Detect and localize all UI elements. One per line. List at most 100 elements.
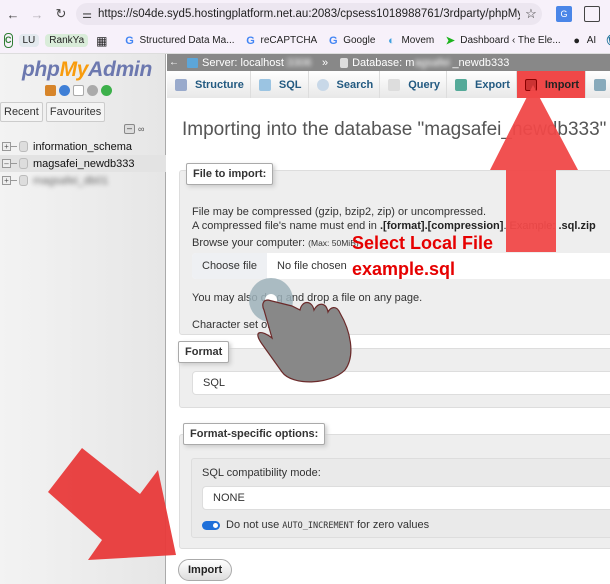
sql-compat-label: SQL compatibility mode: xyxy=(202,467,321,479)
format-select[interactable]: SQL xyxy=(192,371,610,395)
breadcrumb: ← Server: localhost :3306 » Database: ma… xyxy=(167,54,610,71)
reload-navigation-icon[interactable] xyxy=(101,85,112,96)
collapse-sidebar-icon[interactable]: ← xyxy=(167,57,181,68)
annotation-text: Select Local File example.sql xyxy=(352,230,493,282)
settings-gear-icon[interactable] xyxy=(87,85,98,96)
import-submit-button[interactable]: Import xyxy=(178,559,233,581)
elementor-icon: ➤ xyxy=(445,34,455,47)
forward-icon[interactable]: → xyxy=(26,7,48,22)
annotation-line-2: example.sql xyxy=(352,259,456,279)
browse-label: Browse your computer: (Max: 50MiB) xyxy=(192,237,359,249)
database-icon xyxy=(19,175,28,186)
tab-export[interactable]: Export xyxy=(447,71,517,98)
database-icon xyxy=(340,57,349,68)
auto-increment-toggle[interactable] xyxy=(202,521,220,530)
sql-options-panel: SQL compatibility mode: NONE Do not use … xyxy=(191,458,610,538)
collapse-icon[interactable]: – xyxy=(2,159,11,168)
sql-icon xyxy=(258,78,271,91)
text: for zero values xyxy=(353,519,430,531)
db-item-blurred[interactable]: + magsafei_db01 xyxy=(0,172,166,189)
bookmark-lu[interactable]: LU xyxy=(18,34,40,47)
back-icon[interactable]: ← xyxy=(2,7,24,22)
bookmark-rankya[interactable]: RankYa xyxy=(45,34,89,47)
translate-extension-icon[interactable]: G xyxy=(556,6,572,22)
text: . Example: xyxy=(503,220,559,232)
text: Browse your computer: xyxy=(192,237,309,249)
breadcrumb-database-suffix[interactable]: _newdb333 xyxy=(452,57,509,69)
database-tree: + information_schema – magsafei_newdb333… xyxy=(0,138,166,189)
tab-query[interactable]: Query xyxy=(380,71,448,98)
bookmark-google[interactable]: G Google xyxy=(327,35,376,47)
tab-search[interactable]: Search xyxy=(308,71,381,98)
choose-file-button[interactable]: Choose file xyxy=(192,253,268,279)
sql-compat-select[interactable]: NONE xyxy=(202,486,610,510)
bookmark-star-icon[interactable]: ☆ xyxy=(520,6,542,22)
page-title: Importing into the database "magsafei_ne… xyxy=(182,119,607,140)
movem-icon: ◐ xyxy=(388,34,395,47)
documentation-icon[interactable] xyxy=(73,85,84,96)
bookmark-ai[interactable]: ● AI xyxy=(571,35,596,47)
server-icon xyxy=(187,57,198,68)
apps-grid-icon[interactable]: ▦ xyxy=(96,34,107,48)
operations-wrench-icon xyxy=(594,78,607,91)
bookmark-case[interactable]: ⓌCase xyxy=(606,35,610,47)
format-options-fieldset: Format-specific options: SQL compatibili… xyxy=(179,423,610,549)
extensions-icon[interactable] xyxy=(584,6,600,22)
url-text[interactable]: https://s04de.syd5.hostingplatform.net.a… xyxy=(98,8,520,20)
tab-import[interactable]: Import xyxy=(516,71,587,98)
bookmarks-bar: C LU RankYa ▦ G Structured Data Ma... Gre… xyxy=(0,28,610,54)
navigation-sidebar: phpMyAdmin Recent Favourites – ∞ + infor… xyxy=(0,54,166,584)
address-bar[interactable]: ⚌ https://s04de.syd5.hostingplatform.net… xyxy=(76,3,542,25)
collapse-all-icon[interactable]: – xyxy=(124,124,135,134)
main-content: ← Server: localhost :3306 » Database: ma… xyxy=(167,54,610,584)
db-name[interactable]: information_schema xyxy=(33,141,132,153)
tab-operations[interactable]: Opera xyxy=(586,71,610,98)
charset-label: Character set of the file: xyxy=(192,319,309,331)
tree-connector xyxy=(11,180,17,181)
text: Do not use xyxy=(226,519,283,531)
home-icon[interactable] xyxy=(45,85,56,96)
example-extension: .sql.zip xyxy=(558,220,596,232)
bookmark-structured-data[interactable]: G Structured Data Ma... xyxy=(123,35,234,47)
format-legend: Format xyxy=(178,341,230,363)
compression-info: File may be compressed (gzip, bzip2, zip… xyxy=(192,206,487,218)
breadcrumb-server-port: :3306 xyxy=(283,56,312,69)
link-with-main-icon[interactable]: ∞ xyxy=(138,124,144,134)
auto-increment-label: Do not use AUTO_INCREMENT for zero value… xyxy=(226,519,429,531)
tree-controls: – ∞ xyxy=(124,124,144,134)
sidebar-quick-icons xyxy=(45,85,112,96)
db-name[interactable]: magsafei_newdb333 xyxy=(33,158,135,170)
breadcrumb-database-blurred: agsafei xyxy=(414,56,450,69)
export-icon xyxy=(455,78,468,91)
reload-icon[interactable]: ↻ xyxy=(50,6,72,22)
site-settings-icon[interactable]: ⚌ xyxy=(76,8,98,21)
expand-icon[interactable]: + xyxy=(2,142,11,151)
db-name[interactable]: magsafei_db01 xyxy=(33,175,108,187)
code-text: AUTO_INCREMENT xyxy=(282,521,354,531)
breadcrumb-server[interactable]: Server: localhost xyxy=(202,57,284,69)
expand-icon[interactable]: + xyxy=(2,176,11,185)
phpmyadmin-logo[interactable]: phpMyAdmin xyxy=(22,58,152,82)
browser-toolbar: ← → ↻ ⚌ https://s04de.syd5.hostingplatfo… xyxy=(0,0,610,28)
query-icon xyxy=(388,78,401,91)
db-item-magsafei-newdb333[interactable]: – magsafei_newdb333 xyxy=(0,155,166,172)
google-icon: G xyxy=(125,34,134,47)
breadcrumb-separator: » xyxy=(321,56,329,69)
search-icon xyxy=(316,78,329,91)
bookmark-recaptcha[interactable]: GreCAPTCHA xyxy=(245,35,317,47)
favourites-tab[interactable]: Favourites xyxy=(45,102,106,122)
recent-favourites-tabs: Recent Favourites xyxy=(0,102,106,122)
db-item-information-schema[interactable]: + information_schema xyxy=(0,138,166,155)
file-to-import-legend: File to import: xyxy=(186,163,274,185)
tab-structure[interactable]: Structure xyxy=(167,71,251,98)
bookmark-c[interactable]: C xyxy=(4,33,13,48)
wordpress-icon: Ⓦ xyxy=(606,35,610,47)
bookmark-movem[interactable]: ◐ Movem xyxy=(385,35,434,47)
import-icon xyxy=(524,78,537,91)
recent-tab[interactable]: Recent xyxy=(0,102,43,122)
help-icon[interactable] xyxy=(59,85,70,96)
bookmark-dashboard[interactable]: ➤ Dashboard ‹ The Ele... xyxy=(444,34,561,47)
tab-sql[interactable]: SQL xyxy=(250,71,309,98)
breadcrumb-database[interactable]: Database: m xyxy=(352,57,414,69)
format-fieldset: Format SQL xyxy=(178,341,610,408)
